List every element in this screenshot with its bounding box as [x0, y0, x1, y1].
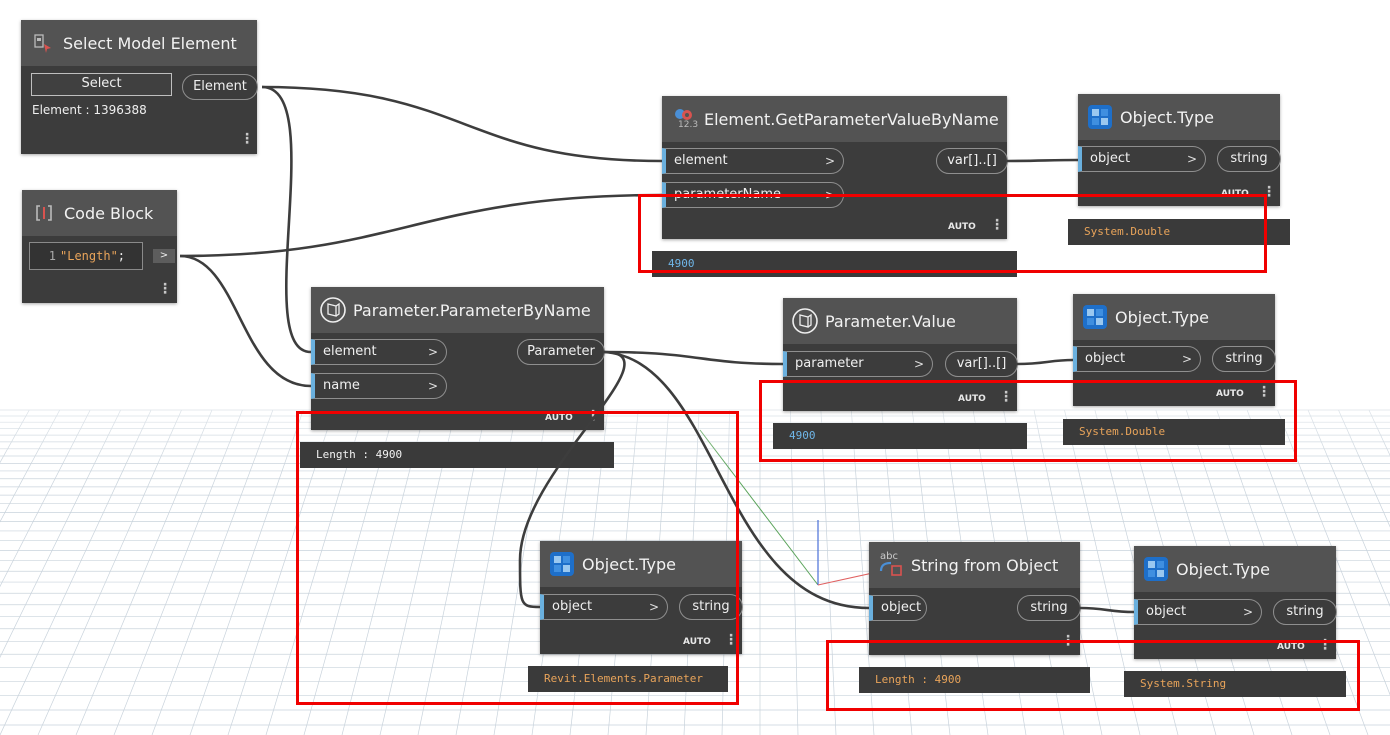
element-id-label: Element : 1396388: [32, 103, 147, 117]
port-label: object: [881, 600, 922, 615]
node-header[interactable]: Parameter.ParameterByName: [311, 287, 604, 333]
output-port-parameter[interactable]: Parameter: [517, 339, 605, 365]
port-label: object: [1085, 351, 1126, 366]
node-menu-icon[interactable]: ⋮: [158, 282, 172, 296]
node-code-block[interactable]: Code Block 1 "Length"; > ⋮: [22, 190, 177, 303]
node-parameter-by-name[interactable]: Parameter.ParameterByName element > name >…: [311, 287, 605, 430]
code-editor[interactable]: 1 "Length";: [29, 242, 143, 270]
node-header[interactable]: Object.Type: [1073, 294, 1275, 340]
node-title: Object.Type: [1176, 559, 1270, 579]
node-title: Object.Type: [1115, 307, 1209, 327]
select-element-icon: [29, 29, 57, 57]
node-title: Parameter.ParameterByName: [353, 300, 591, 320]
output-port-string[interactable]: string: [1273, 599, 1337, 625]
node-header[interactable]: Select Model Element: [21, 20, 257, 66]
input-port-name[interactable]: name >: [311, 373, 447, 399]
port-label: name: [323, 378, 360, 393]
node-title: Select Model Element: [63, 33, 237, 53]
output-port-string[interactable]: string: [1217, 146, 1281, 172]
highlight-box-paramvalue: [759, 380, 1297, 462]
code-string: "Length": [60, 249, 118, 263]
output-port-element[interactable]: Element: [182, 74, 258, 100]
output-port-code[interactable]: >: [153, 249, 175, 263]
node-string-from-object[interactable]: String from Object abc object string ⋮: [869, 542, 1081, 655]
input-port-object[interactable]: object >: [1078, 146, 1206, 172]
input-port-object[interactable]: object: [869, 595, 927, 621]
output-port-var[interactable]: var[]..[]: [936, 148, 1008, 174]
icon-badge: 12.3: [678, 120, 699, 130]
output-port-var[interactable]: var[]..[]: [945, 351, 1018, 377]
code-block-icon: [30, 199, 58, 227]
port-label: parameter: [795, 356, 864, 371]
highlight-box-getparam: [638, 194, 1267, 273]
chevron-right-icon: >: [1186, 152, 1197, 166]
object-type-icon: [1081, 303, 1109, 331]
node-title: Object.Type: [1120, 107, 1214, 127]
object-type-icon: [1142, 555, 1170, 583]
port-label: element: [674, 153, 728, 168]
node-header[interactable]: String from Object: [869, 542, 1080, 588]
chevron-right-icon: >: [913, 357, 924, 371]
output-port-string[interactable]: string: [1212, 346, 1276, 372]
port-label: object: [1090, 151, 1131, 166]
node-header[interactable]: Parameter.Value: [783, 298, 1017, 344]
select-button[interactable]: Select: [31, 73, 172, 96]
node-select-model-element[interactable]: Select Model Element Select Element Elem…: [21, 20, 258, 154]
icon-badge: abc: [880, 551, 898, 562]
chevron-right-icon: >: [427, 345, 438, 359]
node-header[interactable]: Code Block: [22, 190, 177, 236]
port-label: object: [1146, 604, 1187, 619]
output-port-string[interactable]: string: [1017, 595, 1081, 621]
object-type-icon: [1086, 103, 1114, 131]
chevron-right-icon: >: [824, 154, 835, 168]
chevron-right-icon: >: [1181, 352, 1192, 366]
node-header[interactable]: Object.Type: [1134, 546, 1336, 592]
node-header[interactable]: Object.Type: [1078, 94, 1280, 140]
node-title: Element.GetParameterValueByName: [704, 109, 999, 129]
code-end: ;: [117, 249, 126, 263]
parameter-icon: [791, 307, 819, 335]
node-object-type-1[interactable]: Object.Type object > string AUTO ⋮: [1078, 94, 1281, 206]
node-header[interactable]: Element.GetParameterValueByName: [662, 96, 1007, 142]
chevron-right-icon: >: [1242, 605, 1253, 619]
input-port-element[interactable]: element >: [311, 339, 447, 365]
highlight-box-parambyname: [296, 411, 739, 705]
node-title: String from Object: [911, 555, 1059, 575]
parameter-icon: [319, 296, 347, 324]
port-label: element: [323, 344, 377, 359]
input-port-object[interactable]: object >: [1134, 599, 1262, 625]
node-title: Code Block: [64, 203, 154, 223]
input-port-element[interactable]: element >: [662, 148, 844, 174]
node-menu-icon[interactable]: ⋮: [240, 132, 254, 146]
input-port-object[interactable]: object >: [1073, 346, 1201, 372]
highlight-box-stringfromobj: [826, 640, 1360, 711]
chevron-right-icon: >: [427, 379, 438, 393]
input-port-parameter[interactable]: parameter >: [783, 351, 933, 377]
node-title: Parameter.Value: [825, 311, 956, 331]
line-number: 1: [48, 249, 56, 263]
